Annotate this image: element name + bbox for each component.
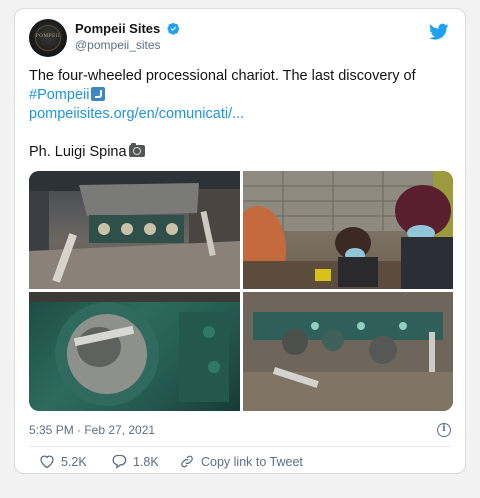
copy-link-label: Copy link to Tweet xyxy=(201,454,303,469)
photo-grid xyxy=(29,171,453,411)
tweet-text: The four-wheeled processional chariot. T… xyxy=(29,67,459,162)
link-icon xyxy=(181,455,193,468)
info-icon[interactable]: i xyxy=(437,423,451,437)
camera-emoji xyxy=(128,143,145,157)
avatar-logo-text: POMPEII xyxy=(35,34,61,39)
photo-credit: Ph. Luigi Spina xyxy=(29,144,127,160)
like-count: 5.2K xyxy=(61,454,87,469)
timestamp[interactable]: 5:35 PM · Feb 27, 2021 xyxy=(29,423,155,437)
like-button[interactable]: 5.2K xyxy=(39,454,87,469)
photo-archaeologists[interactable] xyxy=(243,171,453,289)
reply-icon xyxy=(112,454,127,469)
author-name-row[interactable]: Pompeii Sites xyxy=(75,21,180,36)
photo-chariot-overview[interactable] xyxy=(29,171,240,289)
reply-button[interactable]: 1.8K xyxy=(111,454,159,469)
photo-medallion-closeup-art xyxy=(29,292,240,406)
external-link[interactable]: pompeiisites.org/en/comunicati/... xyxy=(29,106,244,122)
twitter-bird-icon[interactable] xyxy=(429,23,449,41)
photo-archaeologists-art xyxy=(243,171,453,289)
author-handle[interactable]: @pompeii_sites xyxy=(75,38,161,52)
tweet-card: POMPEII Pompeii Sites @pompeii_sites The… xyxy=(14,8,466,474)
divider xyxy=(29,446,451,447)
reply-count: 1.8K xyxy=(133,454,159,469)
photo-chariot-overview-art xyxy=(29,171,240,289)
avatar[interactable]: POMPEII xyxy=(29,19,67,57)
verified-badge-icon xyxy=(167,22,180,35)
copy-link-button[interactable]: Copy link to Tweet xyxy=(179,454,303,469)
heart-icon xyxy=(40,455,54,469)
photo-chariot-side[interactable] xyxy=(243,292,453,411)
hashtag-link[interactable]: #Pompeii xyxy=(29,87,89,103)
author-name[interactable]: Pompeii Sites xyxy=(75,21,160,36)
photo-medallion-closeup[interactable] xyxy=(29,292,240,411)
arrow-curving-right-emoji xyxy=(91,87,106,101)
tweet-text-body: The four-wheeled processional chariot. T… xyxy=(29,68,416,84)
photo-chariot-side-art xyxy=(243,292,453,411)
